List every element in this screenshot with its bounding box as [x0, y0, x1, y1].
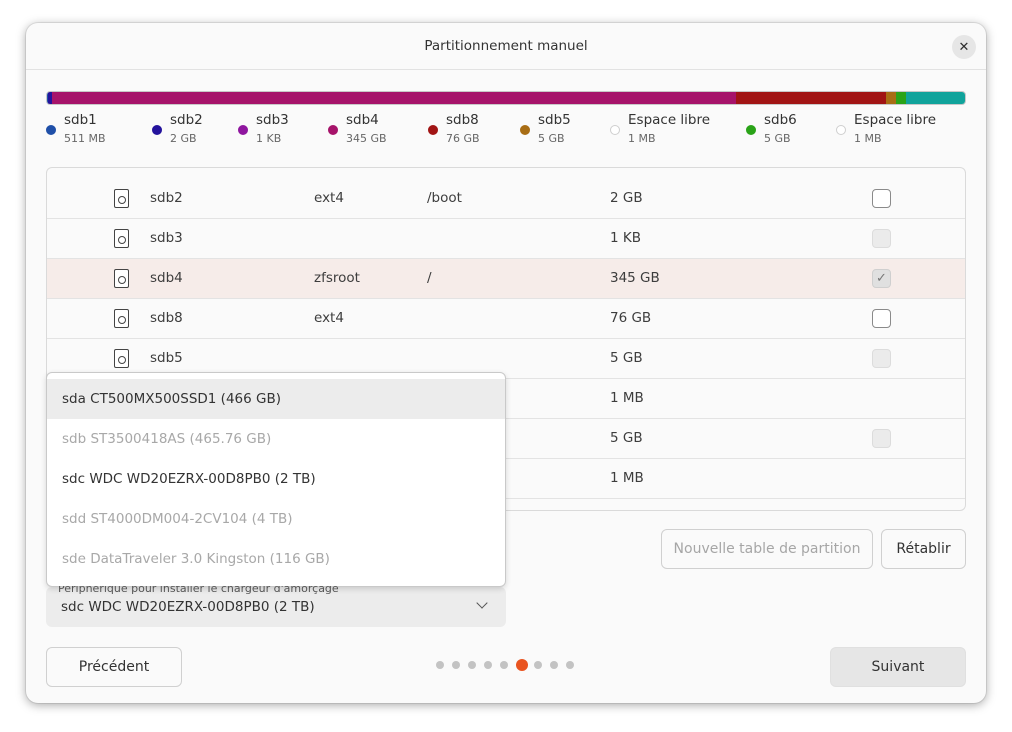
- page-dot: [436, 661, 444, 669]
- dropdown-option[interactable]: sda CT500MX500SSD1 (466 GB): [47, 379, 505, 419]
- title-bar: Partitionnement manuel ✕: [26, 23, 986, 70]
- cell-mount: /: [427, 270, 432, 286]
- cell-type: ext4: [314, 190, 344, 206]
- legend-name: sdb2: [170, 112, 203, 128]
- cell-size: 76 GB: [610, 310, 652, 326]
- legend-size: 76 GB: [446, 132, 480, 145]
- format-checkbox: [872, 429, 891, 448]
- page-dot: [468, 661, 476, 669]
- legend-size: 1 KB: [256, 132, 282, 145]
- dropdown-option: sdd ST4000DM004-2CV104 (4 TB): [62, 511, 293, 527]
- installer-window: Partitionnement manuel ✕ sdb1 511 MB sdb2 2…: [26, 23, 986, 703]
- legend-size: 5 GB: [764, 132, 791, 145]
- partition-legend: sdb1 511 MB sdb2 2 GB sdb3 1 KB sdb4 345 GB sdb8…: [26, 112, 986, 152]
- cell-size: 5 GB: [610, 350, 643, 366]
- cell-type: ext4: [314, 310, 344, 326]
- legend-name: sdb1: [64, 112, 97, 128]
- format-checkbox: [872, 229, 891, 248]
- dropdown-option: sdb ST3500418AS (465.76 GB): [62, 431, 272, 447]
- legend-size: 5 GB: [538, 132, 565, 145]
- legend-name: sdb3: [256, 112, 289, 128]
- page-dot: [500, 661, 508, 669]
- page-dot-active: [516, 659, 528, 671]
- table-row[interactable]: sdb2 ext4/boot 2 GB: [47, 179, 965, 219]
- device-dropdown-popover: sda CT500MX500SSD1 (466 GB) sdb ST3500418…: [46, 372, 506, 587]
- legend-color-dot: [238, 125, 248, 135]
- format-checkbox: ✓: [872, 269, 891, 288]
- partition-bar-segment: [736, 92, 887, 104]
- legend-color-dot: [328, 125, 338, 135]
- legend-color-dot: [520, 125, 530, 135]
- dropdown-option: sde DataTraveler 3.0 Kingston (116 GB): [62, 551, 330, 567]
- cell-device: sdb8: [150, 310, 183, 326]
- legend-size: 1 MB: [854, 132, 882, 145]
- new-partition-table-button[interactable]: Nouvelle table de partition: [661, 529, 873, 569]
- legend-size: 2 GB: [170, 132, 197, 145]
- page-dot: [452, 661, 460, 669]
- window-title: Partitionnement manuel: [424, 38, 588, 54]
- drive-icon: [114, 229, 129, 248]
- page-dot: [550, 661, 558, 669]
- legend-color-dot: [610, 125, 620, 135]
- page-dot: [484, 661, 492, 669]
- legend-color-dot: [46, 125, 56, 135]
- cell-device: sdb2: [150, 190, 183, 206]
- legend-name: sdb5: [538, 112, 571, 128]
- partition-bar-segment: [52, 92, 737, 104]
- partition-bar: [46, 91, 966, 105]
- table-row[interactable]: sdb4 zfsroot / 345 GB ✓: [47, 259, 965, 299]
- cell-size: 1 MB: [610, 390, 644, 406]
- back-button[interactable]: Précédent: [46, 647, 182, 687]
- drive-icon: [114, 309, 129, 328]
- cell-device: sdb3: [150, 230, 183, 246]
- legend-name: Espace libre: [628, 112, 711, 128]
- legend-size: 1 MB: [628, 132, 656, 145]
- cell-size: 2 GB: [610, 190, 643, 206]
- table-row[interactable]: sdb3 1 KB: [47, 219, 965, 259]
- partition-bar-segment: [906, 92, 965, 104]
- legend-color-dot: [428, 125, 438, 135]
- cell-mount: /boot: [427, 190, 462, 206]
- cell-size: 1 KB: [610, 230, 641, 246]
- dropdown-option[interactable]: sdc WDC WD20EZRX-00D8PB0 (2 TB): [47, 459, 505, 499]
- legend-color-dot: [746, 125, 756, 135]
- cell-size: 1 MB: [610, 470, 644, 486]
- format-checkbox: [872, 349, 891, 368]
- bootloader-device-value: sdc WDC WD20EZRX-00D8PB0 (2 TB): [61, 599, 315, 615]
- legend-name: Espace libre: [854, 112, 937, 128]
- chevron-down-icon: [476, 597, 488, 609]
- format-checkbox[interactable]: [872, 309, 891, 328]
- legend-size: 345 GB: [346, 132, 387, 145]
- drive-icon: [114, 189, 129, 208]
- page-dot: [566, 661, 574, 669]
- close-icon: ✕: [958, 39, 970, 55]
- legend-name: sdb6: [764, 112, 797, 128]
- page-dot: [534, 661, 542, 669]
- partition-bar-segment: [886, 92, 897, 104]
- legend-color-dot: [152, 125, 162, 135]
- cell-size: 345 GB: [610, 270, 660, 286]
- table-row[interactable]: sdb8 ext4 76 GB: [47, 299, 965, 339]
- close-button[interactable]: ✕: [952, 35, 976, 59]
- legend-size: 511 MB: [64, 132, 106, 145]
- revert-button[interactable]: Rétablir: [881, 529, 966, 569]
- cell-device: sdb4: [150, 270, 183, 286]
- legend-name: sdb4: [346, 112, 379, 128]
- drive-icon: [114, 349, 129, 368]
- cell-device: sdb5: [150, 350, 183, 366]
- legend-color-dot: [836, 125, 846, 135]
- partition-bar-segment: [896, 92, 907, 104]
- cell-type: zfsroot: [314, 270, 360, 286]
- legend-name: sdb8: [446, 112, 479, 128]
- cell-size: 5 GB: [610, 430, 643, 446]
- drive-icon: [114, 269, 129, 288]
- format-checkbox[interactable]: [872, 189, 891, 208]
- next-button[interactable]: Suivant: [830, 647, 966, 687]
